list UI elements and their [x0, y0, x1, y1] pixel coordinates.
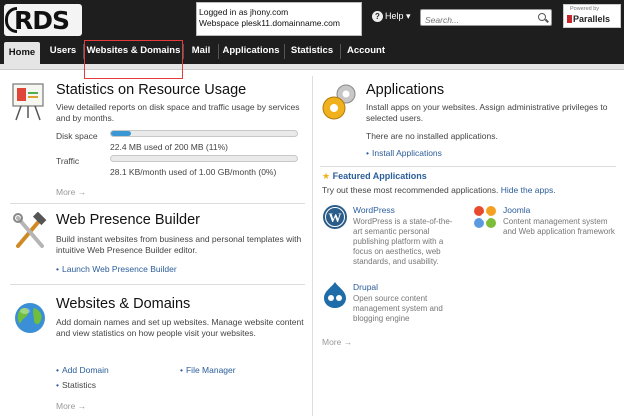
tab-mail[interactable]: Mail: [185, 40, 217, 62]
file-manager-label: File Manager: [185, 365, 236, 375]
tab-statistics[interactable]: Statistics: [286, 40, 338, 62]
rds-logo[interactable]: RDS: [4, 4, 82, 36]
parallels-brand: Parallels: [573, 14, 611, 24]
add-domain-label: Add Domain: [61, 365, 109, 375]
bullet-icon: •: [56, 380, 59, 390]
logo-text: RDS: [14, 6, 70, 35]
nav-divider: [284, 44, 285, 59]
featured-title: Featured Applications: [332, 171, 427, 181]
login-user-text: Logged in as jhony.com: [199, 7, 289, 17]
wd-desc: Add domain names and set up websites. Ma…: [56, 317, 304, 338]
stats-desc: View detailed reports on disk space and …: [56, 102, 300, 123]
bullet-icon: •: [56, 264, 59, 274]
disk-usage-fill: [111, 131, 132, 136]
tools-icon: [13, 212, 47, 248]
wd-title: Websites & Domains: [56, 296, 191, 312]
statistics-label: Statistics: [61, 380, 96, 390]
bullet-icon: •: [366, 148, 369, 158]
drupal-icon[interactable]: [322, 281, 348, 309]
tab-account[interactable]: Account: [342, 40, 390, 62]
powered-by-text: Powered by: [570, 6, 600, 12]
disk-usage-text: 22.4 MB used of 200 MB (11%): [110, 142, 228, 152]
chevron-down-icon: ▾: [403, 11, 411, 21]
statistics-item[interactable]: • Statistics: [56, 380, 96, 390]
hide-apps-link[interactable]: Hide the apps.: [501, 185, 556, 195]
featured-header: ★ Featured Applications: [322, 171, 427, 182]
tab-applications[interactable]: Applications: [220, 40, 282, 62]
section-divider: [10, 284, 305, 285]
help-menu[interactable]: ? Help ▾: [372, 11, 411, 22]
drupal-link[interactable]: Drupal: [353, 282, 378, 292]
add-domain-link[interactable]: • Add Domain: [56, 365, 109, 375]
bullet-icon: •: [180, 365, 183, 375]
help-icon: ?: [372, 11, 383, 22]
highlight-box: [84, 40, 183, 79]
apps-title: Applications: [366, 82, 445, 98]
statistics-board-icon: [12, 83, 44, 121]
traffic-label: Traffic: [56, 156, 80, 166]
gears-icon: [322, 84, 356, 120]
parallels-badge[interactable]: Powered by Parallels: [563, 4, 621, 28]
drupal-desc: Open source content management system an…: [353, 294, 443, 323]
wordpress-desc: WordPress is a state-of-the-art semantic…: [353, 217, 453, 266]
disk-usage-bar: [110, 130, 298, 137]
nav-divider: [340, 44, 341, 59]
svg-text:W: W: [329, 210, 342, 225]
star-icon: ★: [322, 171, 331, 181]
apps-desc: Install apps on your websites. Assign ad…: [366, 102, 608, 123]
install-apps-link[interactable]: • Install Applications: [366, 148, 442, 158]
disk-space-label: Disk space: [56, 131, 98, 141]
file-manager-link[interactable]: • File Manager: [180, 365, 236, 375]
wpb-desc: Build instant websites from business and…: [56, 234, 302, 255]
install-apps-label: Install Applications: [371, 148, 442, 158]
parallels-bars-icon: [567, 15, 572, 23]
section-divider: [320, 166, 616, 167]
joomla-icon[interactable]: [472, 204, 498, 230]
search-box: [420, 9, 552, 28]
help-label: Help: [385, 11, 404, 21]
top-header: RDS Logged in as jhony.com Webspace ples…: [0, 0, 624, 40]
wordpress-icon[interactable]: W: [322, 204, 348, 230]
apps-none-text: There are no installed applications.: [366, 131, 498, 141]
wpb-title: Web Presence Builder: [56, 212, 201, 228]
joomla-desc: Content management system and Web applic…: [503, 217, 615, 236]
tab-users[interactable]: Users: [44, 40, 82, 62]
traffic-usage-text: 28.1 KB/month used of 1.00 GB/month (0%): [110, 167, 277, 177]
featured-desc-text: Try out these most recommended applicati…: [322, 185, 499, 195]
nav-divider: [218, 44, 219, 59]
section-divider: [10, 203, 305, 204]
search-input[interactable]: [421, 12, 529, 28]
search-icon[interactable]: [538, 13, 546, 21]
traffic-usage-bar: [110, 155, 298, 162]
apps-more-link[interactable]: More →: [322, 337, 352, 347]
tab-home[interactable]: Home: [4, 42, 40, 64]
joomla-link[interactable]: Joomla: [503, 205, 530, 215]
nav-divider: [183, 44, 184, 59]
login-info: Logged in as jhony.com Webspace plesk11.…: [196, 2, 362, 36]
parallels-logo: Parallels: [567, 14, 610, 24]
column-divider: [312, 76, 313, 416]
stats-more-link[interactable]: More →: [56, 187, 86, 197]
bullet-icon: •: [56, 365, 59, 375]
globe-icon: [15, 303, 45, 333]
featured-desc: Try out these most recommended applicati…: [322, 185, 556, 196]
launch-wpb-link[interactable]: • Launch Web Presence Builder: [56, 264, 177, 274]
login-webspace-text: Webspace plesk11.domainname.com: [199, 18, 340, 28]
stats-title: Statistics on Resource Usage: [56, 82, 247, 98]
wordpress-link[interactable]: WordPress: [353, 205, 395, 215]
launch-wpb-label: Launch Web Presence Builder: [61, 264, 177, 274]
wd-more-link[interactable]: More →: [56, 401, 86, 411]
